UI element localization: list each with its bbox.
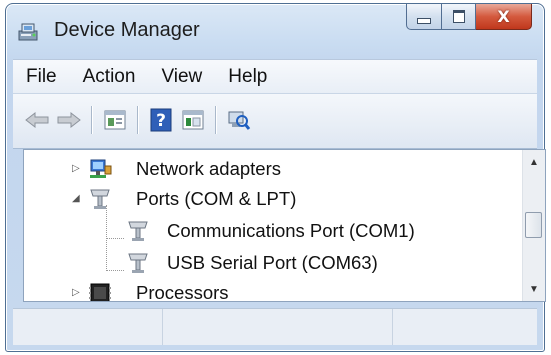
expand-arrow-icon[interactable]: ▷ (72, 163, 80, 174)
minimize-button[interactable] (406, 4, 442, 30)
close-icon: X (497, 7, 510, 26)
status-cell (393, 309, 537, 345)
tree-guide-line (106, 270, 124, 271)
device-manager-icon (18, 22, 42, 42)
title-bar[interactable]: Device Manager X (6, 4, 544, 50)
toolbar-separator (215, 106, 217, 134)
port-icon (90, 189, 110, 209)
network-adapter-icon (90, 159, 112, 178)
maximize-button[interactable] (442, 4, 476, 30)
console-tree-icon (182, 110, 204, 130)
tree-guide-line (106, 238, 124, 239)
help-icon: ? (150, 108, 172, 132)
tree-item-label: Ports (COM & LPT) (136, 188, 297, 209)
menu-help[interactable]: Help (215, 60, 280, 94)
processor-icon (89, 283, 111, 301)
menu-bar: File Action View Help (13, 59, 537, 94)
back-arrow-icon (25, 111, 49, 129)
tree-item-label: USB Serial Port (COM63) (167, 252, 378, 273)
collapse-arrow-icon[interactable]: ◢ (72, 193, 80, 204)
forward-arrow-icon (57, 111, 81, 129)
maximize-icon (452, 10, 465, 23)
properties-button[interactable] (101, 106, 129, 134)
help-glyph: ? (156, 111, 166, 131)
tree-item-label: Communications Port (COM1) (167, 220, 415, 241)
port-icon (128, 221, 148, 241)
scan-hardware-button[interactable] (225, 106, 253, 134)
properties-icon (104, 110, 126, 130)
scroll-up-button[interactable]: ▲ (523, 152, 545, 172)
port-icon (128, 253, 148, 273)
scroll-thumb[interactable] (525, 212, 542, 238)
tree-item-label: Network adapters (136, 158, 281, 179)
tree-item-ports[interactable]: ◢ Ports (COM & LPT) (72, 184, 296, 214)
status-cell (13, 309, 163, 345)
device-manager-window: Device Manager X File Action View Help ? (5, 3, 546, 352)
vertical-scrollbar[interactable]: ▲ ▼ (522, 150, 545, 301)
scan-hardware-icon (228, 111, 251, 130)
toolbar-separator (137, 106, 139, 134)
close-button[interactable]: X (476, 4, 532, 30)
expand-arrow-icon[interactable]: ▷ (72, 287, 80, 298)
device-tree[interactable]: ▷ Network adapters ◢ Ports (COM & LPT) C… (23, 149, 546, 302)
forward-button[interactable] (55, 106, 83, 134)
status-cell (163, 309, 393, 345)
window-title: Device Manager (54, 19, 200, 41)
menu-action[interactable]: Action (70, 60, 149, 94)
tree-item-com63[interactable]: USB Serial Port (COM63) (124, 248, 378, 278)
tree-item-network-adapters[interactable]: ▷ Network adapters (72, 154, 281, 184)
tree-item-label: Processors (136, 282, 229, 302)
scroll-down-button[interactable]: ▼ (523, 279, 545, 299)
console-tree-button[interactable] (179, 106, 207, 134)
menu-file[interactable]: File (13, 60, 70, 94)
toolbar: ? (13, 93, 537, 149)
minimize-icon (417, 17, 431, 24)
back-button[interactable] (23, 106, 51, 134)
menu-view[interactable]: View (148, 60, 215, 94)
tree-item-processors[interactable]: ▷ Processors (72, 278, 229, 302)
tree-item-com1[interactable]: Communications Port (COM1) (124, 216, 415, 246)
toolbar-separator (91, 106, 93, 134)
help-button[interactable]: ? (147, 106, 175, 134)
caption-buttons: X (406, 4, 532, 31)
status-bar (13, 308, 537, 345)
